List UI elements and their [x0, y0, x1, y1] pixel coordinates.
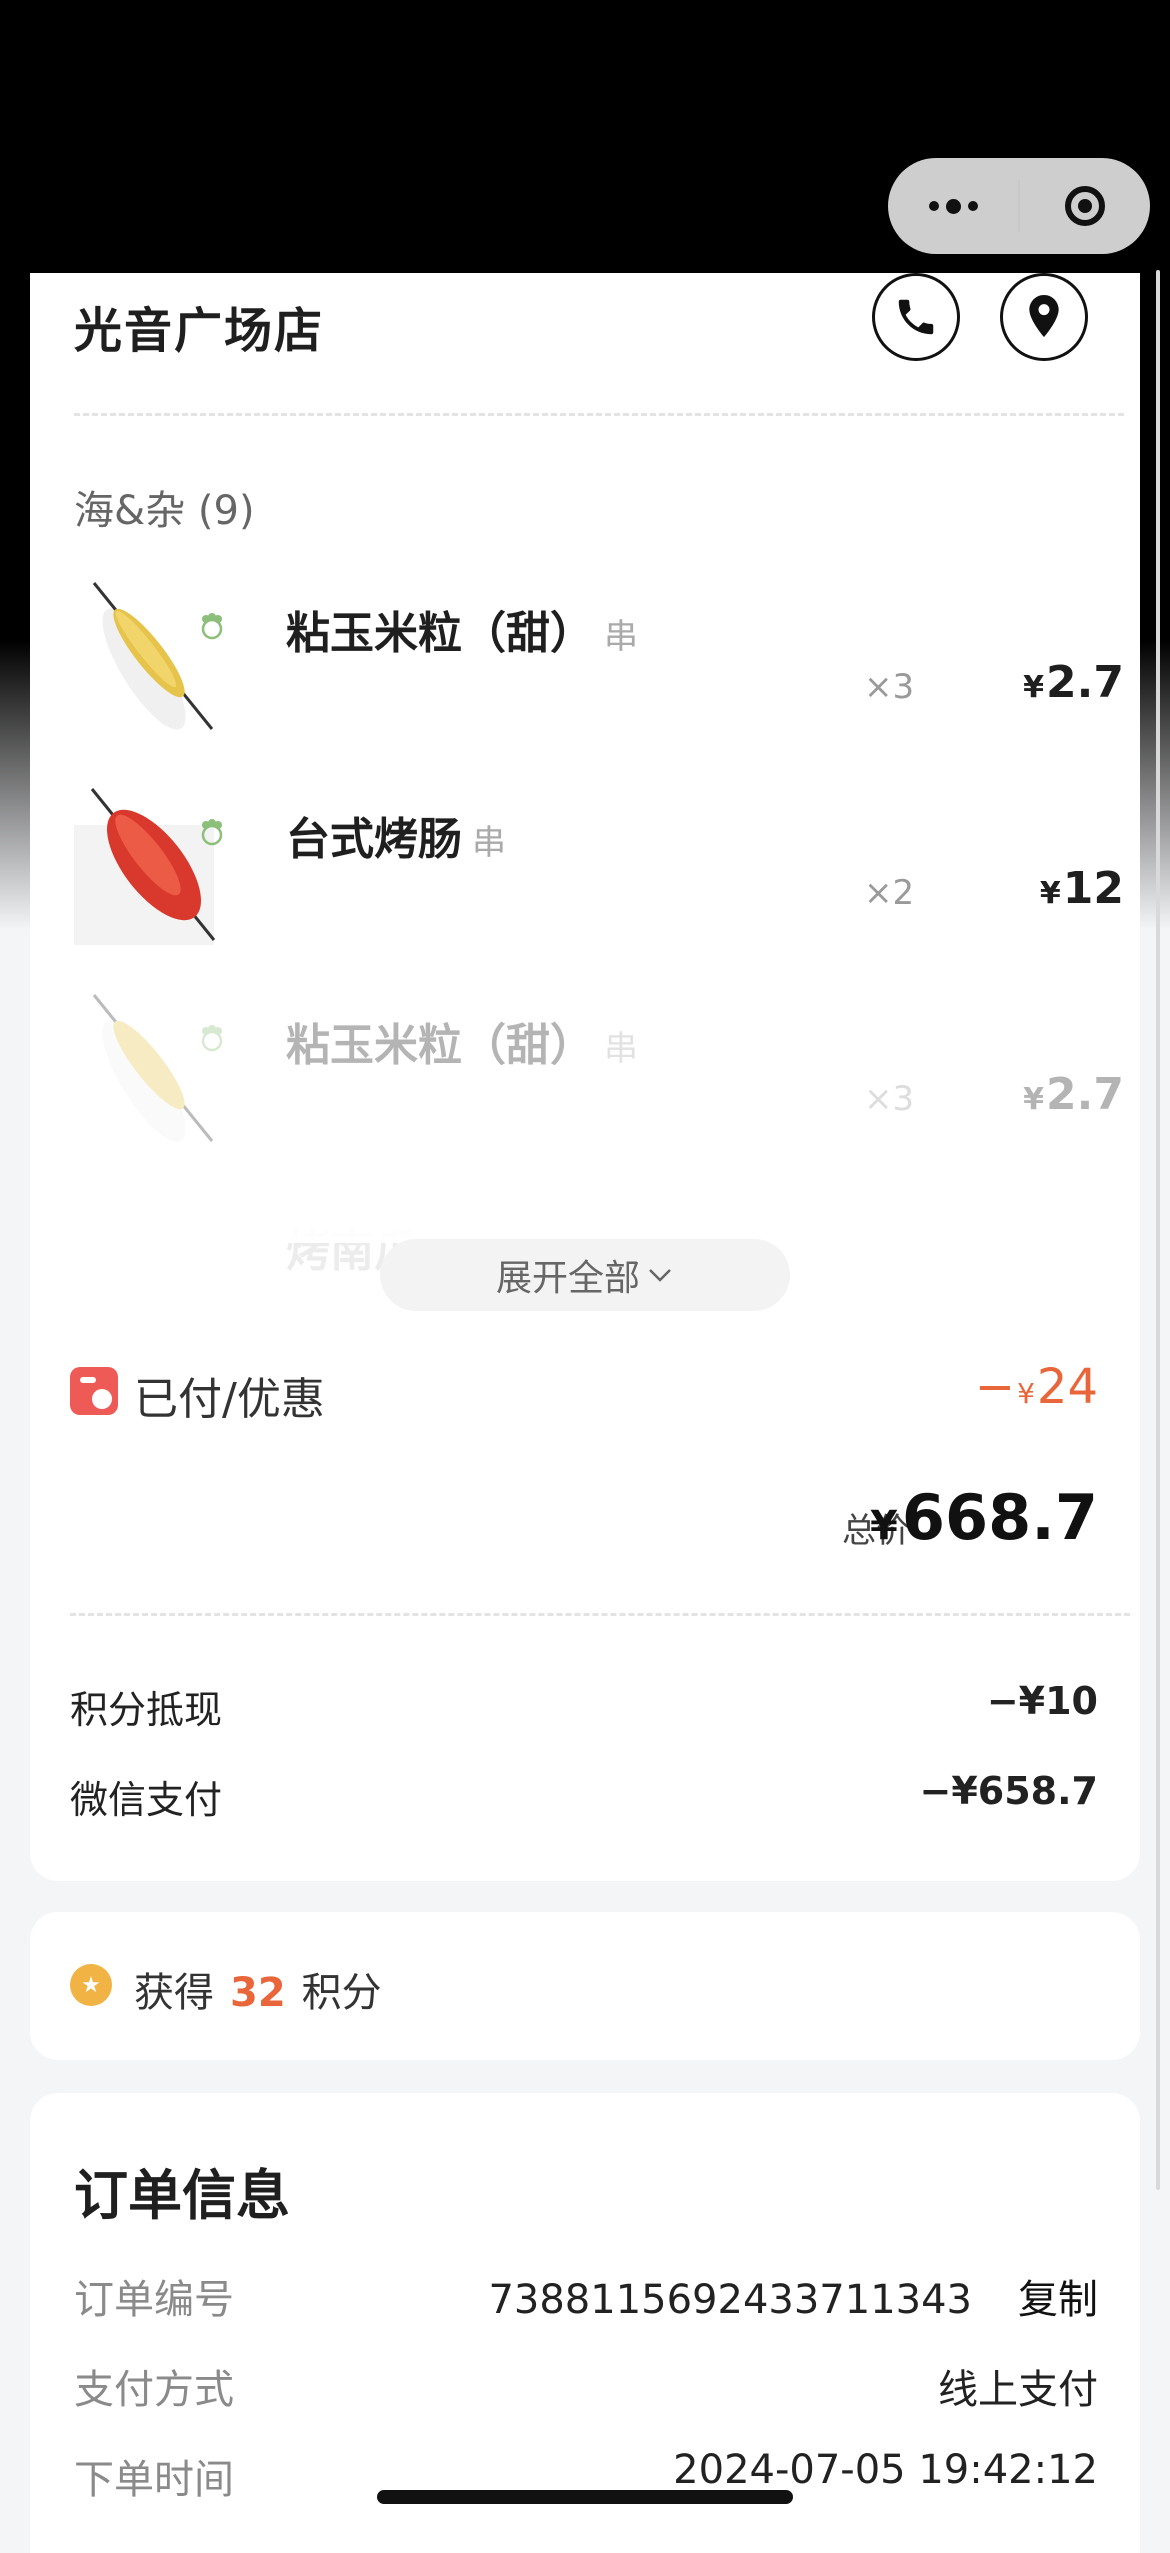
item-price: ¥2.7: [1023, 657, 1124, 708]
expand-all-button[interactable]: 展开全部: [380, 1239, 790, 1311]
discount-icon: [70, 1367, 118, 1415]
item-quantity: ×3: [864, 667, 915, 707]
corn-skewer-image: [92, 994, 214, 1142]
location-pin-icon: [1029, 295, 1059, 338]
item-name: 粘玉米粒（甜）串: [286, 1020, 638, 1071]
store-name: 光音广场店: [74, 303, 325, 359]
copy-button[interactable]: 复制: [1018, 2277, 1098, 2323]
home-indicator: [377, 2490, 793, 2504]
payment-method-label: 支付方式: [74, 2367, 234, 2413]
corn-skewer-image: [92, 582, 214, 730]
list-fade-mask: [30, 1153, 1140, 1243]
wechat-pay-value: −¥658.7: [919, 1769, 1098, 1813]
payment-method-value: 线上支付: [938, 2367, 1098, 2413]
order-info-card: 订单信息 订单编号 7388115692433711343 复制 支付方式 线上支…: [30, 2093, 1140, 2553]
item-price: ¥12: [1039, 863, 1124, 914]
order-info-title: 订单信息: [74, 2164, 290, 2227]
target-close-icon: [1065, 186, 1105, 226]
list-item[interactable]: 粘玉米粒（甜）串 ×3 ¥2.7: [74, 579, 1124, 769]
mini-program-capsule: [888, 158, 1150, 254]
divider: [74, 413, 1124, 416]
points-cash-value: −¥10: [986, 1679, 1098, 1723]
more-dots-icon: [928, 198, 978, 214]
item-name: 台式烤肠串: [286, 814, 506, 865]
chevron-down-icon: [649, 1269, 671, 1282]
points-earned-text: 获得 32 积分: [134, 1970, 382, 2016]
item-quantity: ×3: [864, 1079, 915, 1119]
item-quantity: ×2: [864, 873, 915, 913]
list-item[interactable]: 台式烤肠串 ×2 ¥12: [74, 785, 1124, 975]
wechat-pay-label: 微信支付: [70, 1778, 223, 1822]
chef-recommend-icon: [201, 1025, 223, 1052]
order-number-label: 订单编号: [74, 2277, 234, 2323]
chef-recommend-icon: [201, 819, 223, 846]
more-button[interactable]: [888, 158, 1018, 254]
order-items-card: 光音广场店 海&杂 (9) 粘玉米粒（甜）串 ×3 ¥2.7 台式烤肠串 ×2 …: [30, 273, 1140, 1881]
scrollbar[interactable]: [1156, 270, 1160, 2190]
points-card: ★ 获得 32 积分: [30, 1912, 1140, 2060]
discount-value: −¥24: [974, 1359, 1098, 1415]
order-time-label: 下单时间: [74, 2457, 234, 2503]
divider: [70, 1613, 1130, 1616]
store-location-button[interactable]: [1000, 273, 1088, 361]
points-cash-label: 积分抵现: [70, 1688, 223, 1732]
order-number-value: 7388115692433711343: [488, 2277, 972, 2323]
expand-all-label: 展开全部: [495, 1258, 640, 1299]
total-value: ¥668.7: [870, 1481, 1098, 1554]
close-button[interactable]: [1020, 158, 1150, 254]
sausage-skewer-image: [74, 788, 216, 945]
star-icon: ★: [70, 1964, 112, 2006]
chef-recommend-icon: [201, 613, 223, 640]
discount-label: 已付/优惠: [134, 1374, 325, 1425]
phone-icon: [898, 299, 934, 335]
category-title: 海&杂 (9): [74, 488, 255, 534]
item-price: ¥2.7: [1023, 1069, 1124, 1120]
call-store-button[interactable]: [872, 273, 960, 361]
item-name: 粘玉米粒（甜）串: [286, 608, 638, 659]
points-value: 32: [230, 1970, 286, 2016]
order-time-value: 2024-07-05 19:42:12: [673, 2447, 1098, 2493]
order-number-row: 7388115692433711343 复制: [488, 2267, 1098, 2325]
